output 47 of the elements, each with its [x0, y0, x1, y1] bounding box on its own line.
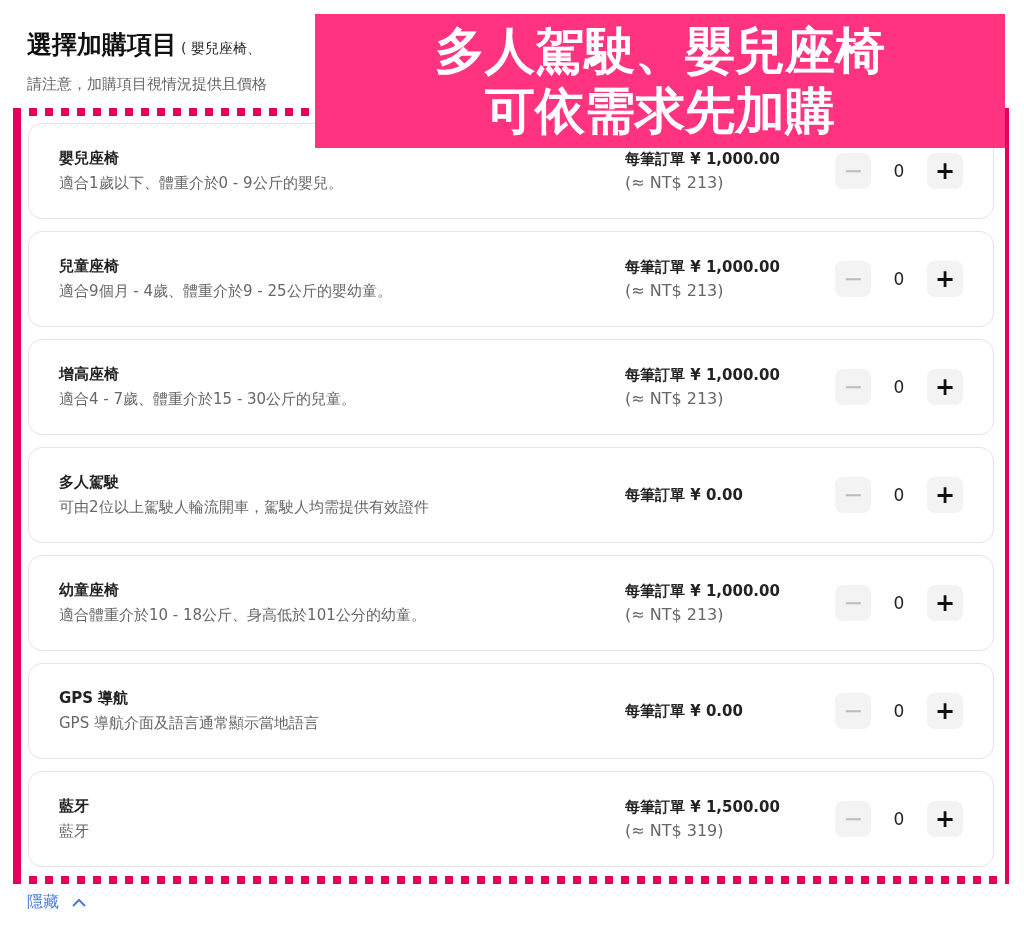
increase-button[interactable]: +	[927, 585, 963, 621]
chevron-up-icon	[71, 897, 87, 908]
increase-button[interactable]: +	[927, 693, 963, 729]
quantity-value: 0	[892, 269, 906, 289]
addon-description: 適合9個月 - 4歲、體重介於9 - 25公斤的嬰幼童。	[59, 282, 393, 301]
increase-button[interactable]: +	[927, 801, 963, 837]
section-title: 選擇加購項目	[27, 29, 177, 61]
addon-description: 適合1歲以下、體重介於0 - 9公斤的嬰兒。	[59, 174, 344, 193]
section-subtitle: ( 嬰兒座椅、	[181, 40, 261, 58]
addon-price: 每筆訂單 ¥ 1,500.00	[625, 798, 781, 817]
quantity-value: 0	[892, 485, 906, 505]
addon-name: 多人駕駛	[59, 473, 120, 492]
increase-button[interactable]: +	[927, 477, 963, 513]
converted-price: (≈ NT$ 319)	[625, 821, 725, 840]
addon-name: 嬰兒座椅	[59, 149, 120, 168]
notice-text: 請注意，加購項目視情況提供且價格	[27, 75, 268, 94]
addon-price: 每筆訂單 ¥ 1,000.00	[625, 150, 781, 169]
converted-price: (≈ NT$ 213)	[625, 605, 725, 624]
converted-price: (≈ NT$ 213)	[625, 173, 725, 192]
addon-name: 兒童座椅	[59, 257, 120, 276]
addon-price: 每筆訂單 ¥ 0.00	[625, 701, 744, 721]
increase-button[interactable]: +	[927, 153, 963, 189]
increase-button[interactable]: +	[927, 261, 963, 297]
hide-link[interactable]: 隱藏	[27, 892, 87, 913]
addon-price: 每筆訂單 ¥ 1,000.00	[625, 258, 781, 277]
quantity-value: 0	[892, 701, 906, 721]
quantity-value: 0	[892, 809, 906, 829]
addon-price: 每筆訂單 ¥ 0.00	[625, 485, 744, 505]
converted-price: (≈ NT$ 213)	[625, 389, 725, 408]
addon-price: 每筆訂單 ¥ 1,000.00	[625, 366, 781, 385]
addon-description: GPS 導航介面及語言通常顯示當地語言	[59, 714, 320, 733]
addon-price: 每筆訂單 ¥ 1,000.00	[625, 582, 781, 601]
addon-name: 藍牙	[59, 797, 90, 816]
addon-description: 適合4 - 7歲、體重介於15 - 30公斤的兒童。	[59, 390, 358, 409]
addon-name: 增高座椅	[59, 365, 120, 384]
addon-description: 可由2位以上駕駛人輪流開車，駕駛人均需提供有效證件	[59, 498, 430, 517]
quantity-value: 0	[892, 377, 906, 397]
banner-text: 多人駕駛、嬰兒座椅	[435, 21, 885, 81]
addon-name: 幼童座椅	[59, 581, 120, 600]
addon-description: 藍牙	[59, 822, 90, 841]
quantity-value: 0	[892, 593, 906, 613]
quantity-value: 0	[892, 161, 906, 181]
addon-description: 適合體重介於10 - 18公斤、身高低於101公分的幼童。	[59, 606, 427, 625]
banner-text: 可依需求先加購	[485, 81, 835, 141]
addon-name: GPS 導航	[59, 689, 130, 708]
increase-button[interactable]: +	[927, 369, 963, 405]
converted-price: (≈ NT$ 213)	[625, 281, 725, 300]
